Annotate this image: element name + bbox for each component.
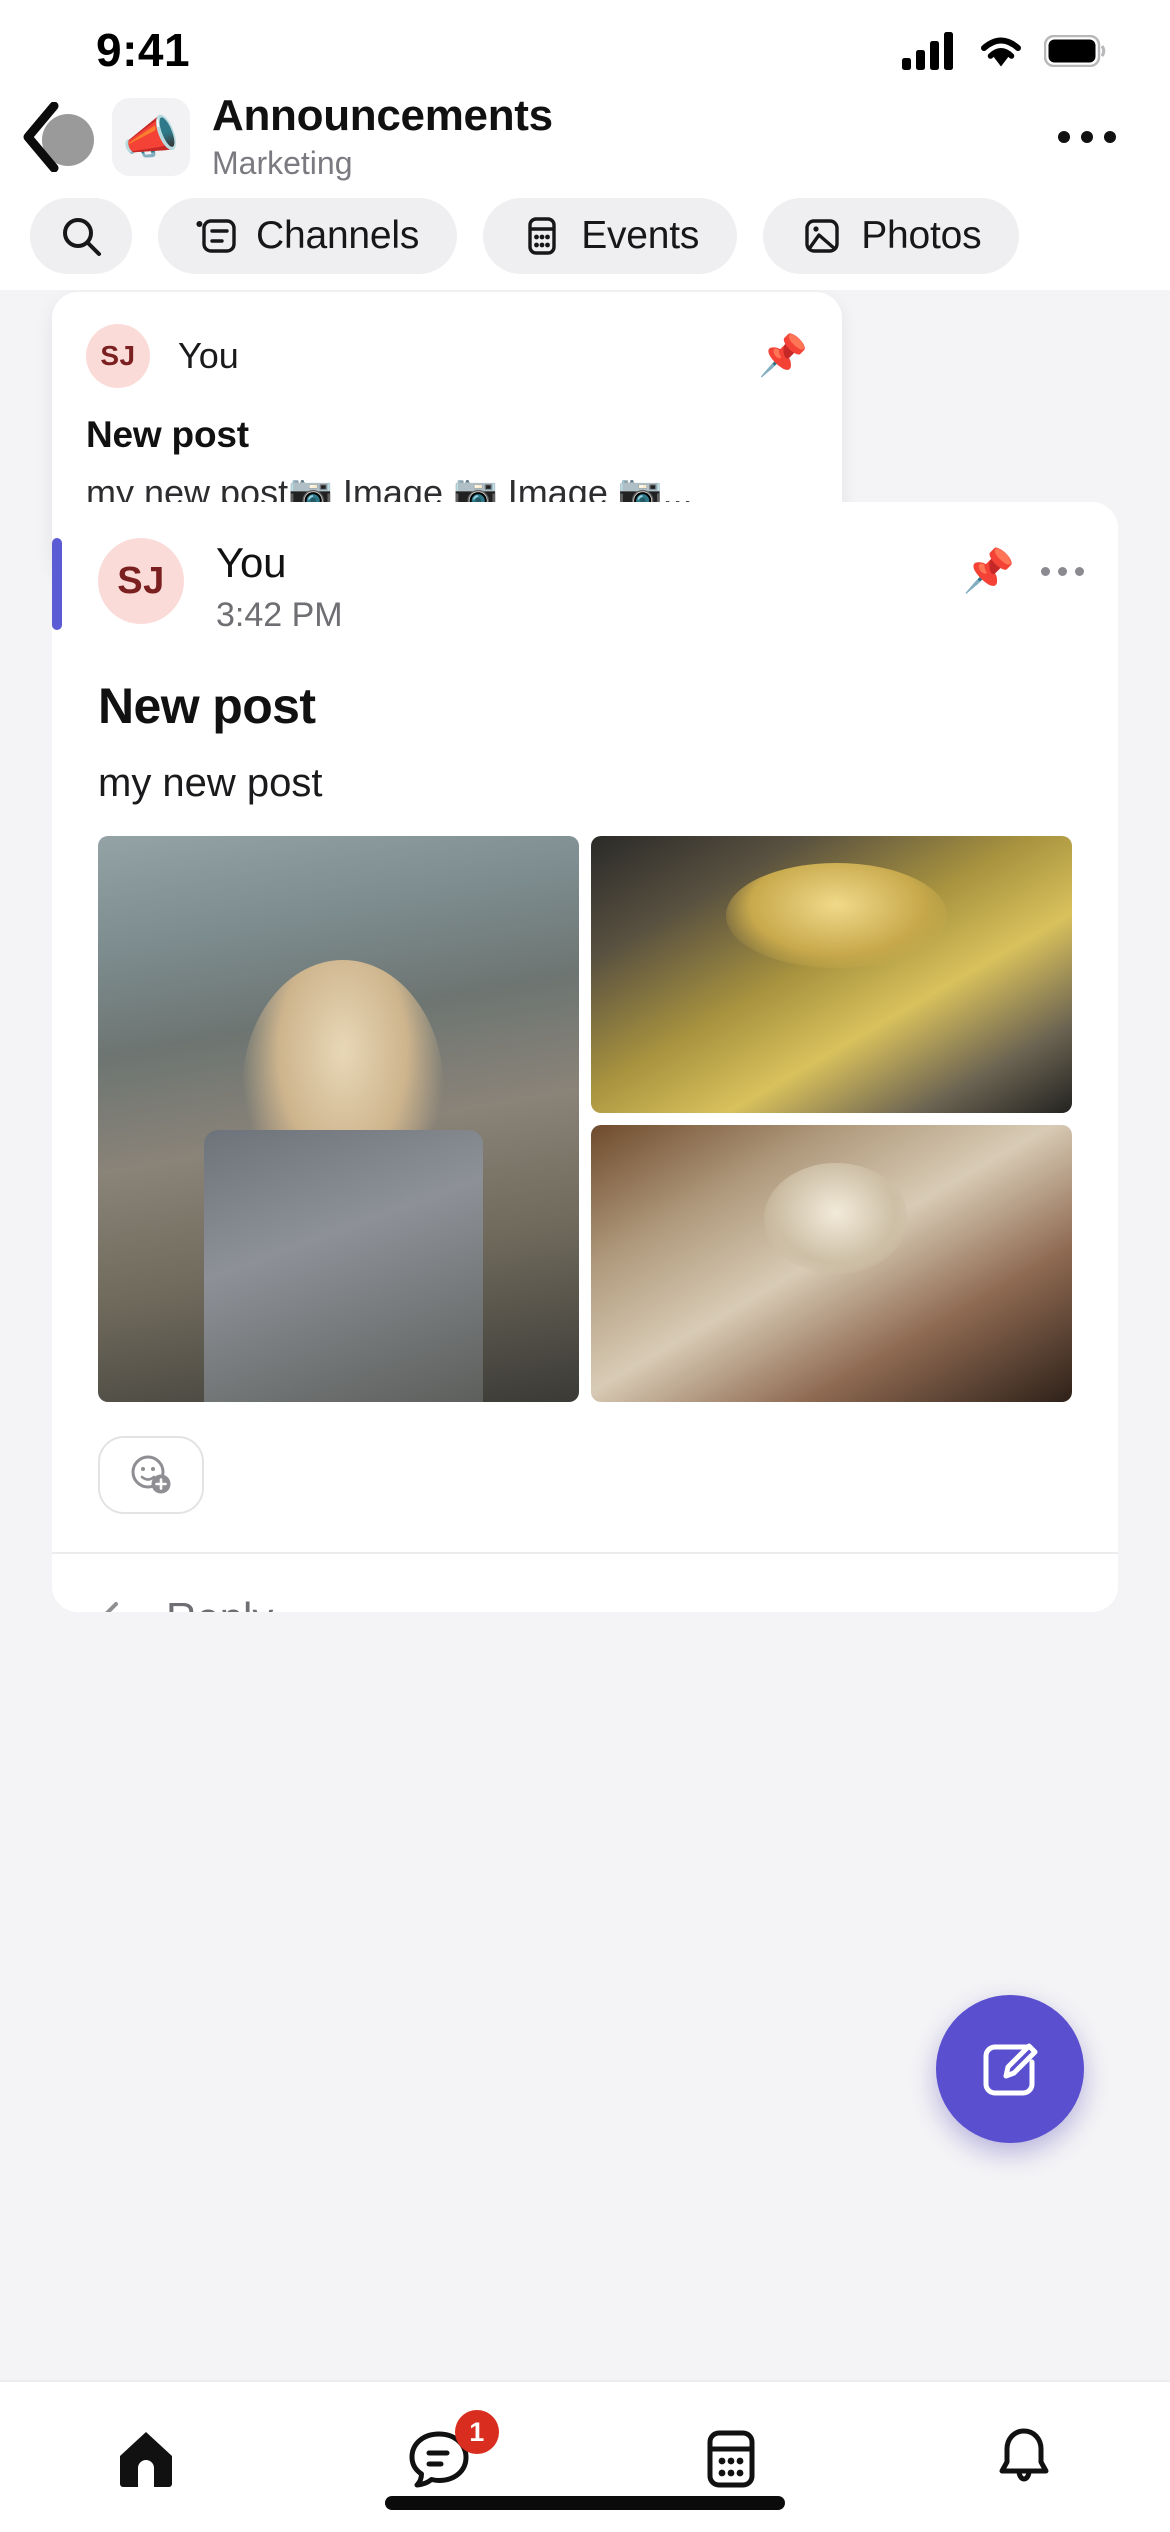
photos-image-icon bbox=[805, 219, 839, 253]
channel-header: 📣 Announcements Marketing bbox=[0, 91, 1170, 182]
status-bar-time: 9:41 bbox=[96, 24, 191, 76]
pin-icon[interactable]: 📌 bbox=[963, 550, 1015, 592]
channel-emoji: 📣 bbox=[122, 110, 180, 163]
more-horizontal-icon bbox=[1104, 131, 1116, 143]
compose-icon bbox=[983, 2043, 1038, 2096]
reply-row[interactable]: Reply bbox=[52, 1554, 1118, 1612]
avatar: SJ bbox=[86, 324, 150, 388]
search-icon bbox=[63, 218, 101, 256]
channel-avatar: 📣 bbox=[112, 98, 190, 176]
post-author: You bbox=[216, 539, 287, 586]
post-image-column bbox=[591, 835, 1072, 1402]
post-image[interactable] bbox=[591, 835, 1072, 1113]
post-card[interactable]: SJ You 3:42 PM 📌 New post my new post bbox=[52, 502, 1118, 1612]
filter-chips-row: Channels Events Photos bbox=[0, 182, 1170, 290]
post-image-3 bbox=[591, 1124, 1072, 1402]
post-header: SJ You 3:42 PM 📌 bbox=[52, 502, 1118, 635]
compose-fab-button[interactable] bbox=[936, 1995, 1084, 2143]
channel-title-block[interactable]: Announcements Marketing bbox=[212, 91, 553, 182]
post-image-grid bbox=[98, 835, 1072, 1402]
reply-arrow-icon bbox=[104, 1601, 118, 1612]
more-horizontal-icon bbox=[1058, 131, 1070, 143]
post-body-text: my new post bbox=[98, 760, 323, 805]
chip-label: Photos bbox=[861, 214, 982, 257]
pinned-preview-author: You bbox=[178, 335, 239, 376]
bottom-navigation-bar: 1 bbox=[0, 2380, 1170, 2532]
add-reaction-icon bbox=[131, 1455, 171, 1494]
more-horizontal-icon bbox=[1081, 131, 1093, 143]
home-icon bbox=[120, 2432, 173, 2487]
cellular-signal-icon bbox=[902, 32, 953, 70]
back-chevron-icon bbox=[23, 102, 59, 172]
post-meta: You 3:42 PM bbox=[216, 538, 343, 635]
reply-label: Reply bbox=[166, 1594, 273, 1612]
events-calendar-icon bbox=[528, 217, 556, 255]
nav-item-notifications[interactable] bbox=[878, 2382, 1170, 2532]
post-image[interactable] bbox=[591, 1124, 1072, 1402]
post-image-2 bbox=[591, 835, 1072, 1113]
post-image-1 bbox=[98, 835, 579, 1402]
back-button[interactable] bbox=[0, 92, 108, 182]
chip-channels[interactable]: Channels bbox=[158, 198, 458, 274]
post-accent-bar bbox=[52, 538, 62, 630]
chip-events[interactable]: Events bbox=[483, 198, 738, 274]
post-title: New post bbox=[98, 677, 316, 734]
page-title: Announcements bbox=[212, 91, 553, 141]
battery-icon bbox=[1044, 35, 1106, 67]
pinned-preview-header: SJ You 📌 bbox=[86, 324, 808, 388]
chip-photos[interactable]: Photos bbox=[763, 198, 1020, 274]
more-horizontal-icon bbox=[1041, 566, 1050, 576]
chip-label: Channels bbox=[256, 214, 420, 257]
reaction-row bbox=[52, 1435, 1118, 1514]
channel-subtitle: Marketing bbox=[212, 144, 353, 181]
channels-icon bbox=[196, 219, 236, 253]
phone-screen: 9:41 📣 Announcements Marketing Channels … bbox=[0, 0, 1170, 2532]
nav-item-home[interactable] bbox=[0, 2382, 293, 2532]
chip-label: Events bbox=[581, 214, 700, 257]
post-timestamp: 3:42 PM bbox=[216, 595, 343, 634]
chip-search[interactable] bbox=[30, 198, 132, 274]
header-more-button[interactable] bbox=[1058, 131, 1116, 143]
bell-icon bbox=[999, 2428, 1049, 2482]
more-horizontal-icon bbox=[1058, 566, 1067, 576]
avatar: SJ bbox=[98, 538, 184, 624]
post-header-actions: 📌 bbox=[963, 550, 1084, 592]
more-horizontal-icon bbox=[1075, 566, 1084, 576]
add-reaction-button[interactable] bbox=[98, 1435, 204, 1514]
pinned-preview-title: New post bbox=[86, 414, 249, 455]
post-more-button[interactable] bbox=[1041, 566, 1084, 576]
status-bar-icons bbox=[902, 32, 1106, 70]
home-indicator bbox=[385, 2496, 785, 2510]
chat-unread-badge: 1 bbox=[454, 2410, 499, 2454]
calendar-icon bbox=[707, 2430, 755, 2488]
status-bar: 9:41 bbox=[0, 0, 1170, 92]
pin-icon: 📌 bbox=[758, 334, 808, 378]
post-image[interactable] bbox=[98, 835, 579, 1402]
wifi-icon bbox=[981, 37, 1021, 67]
